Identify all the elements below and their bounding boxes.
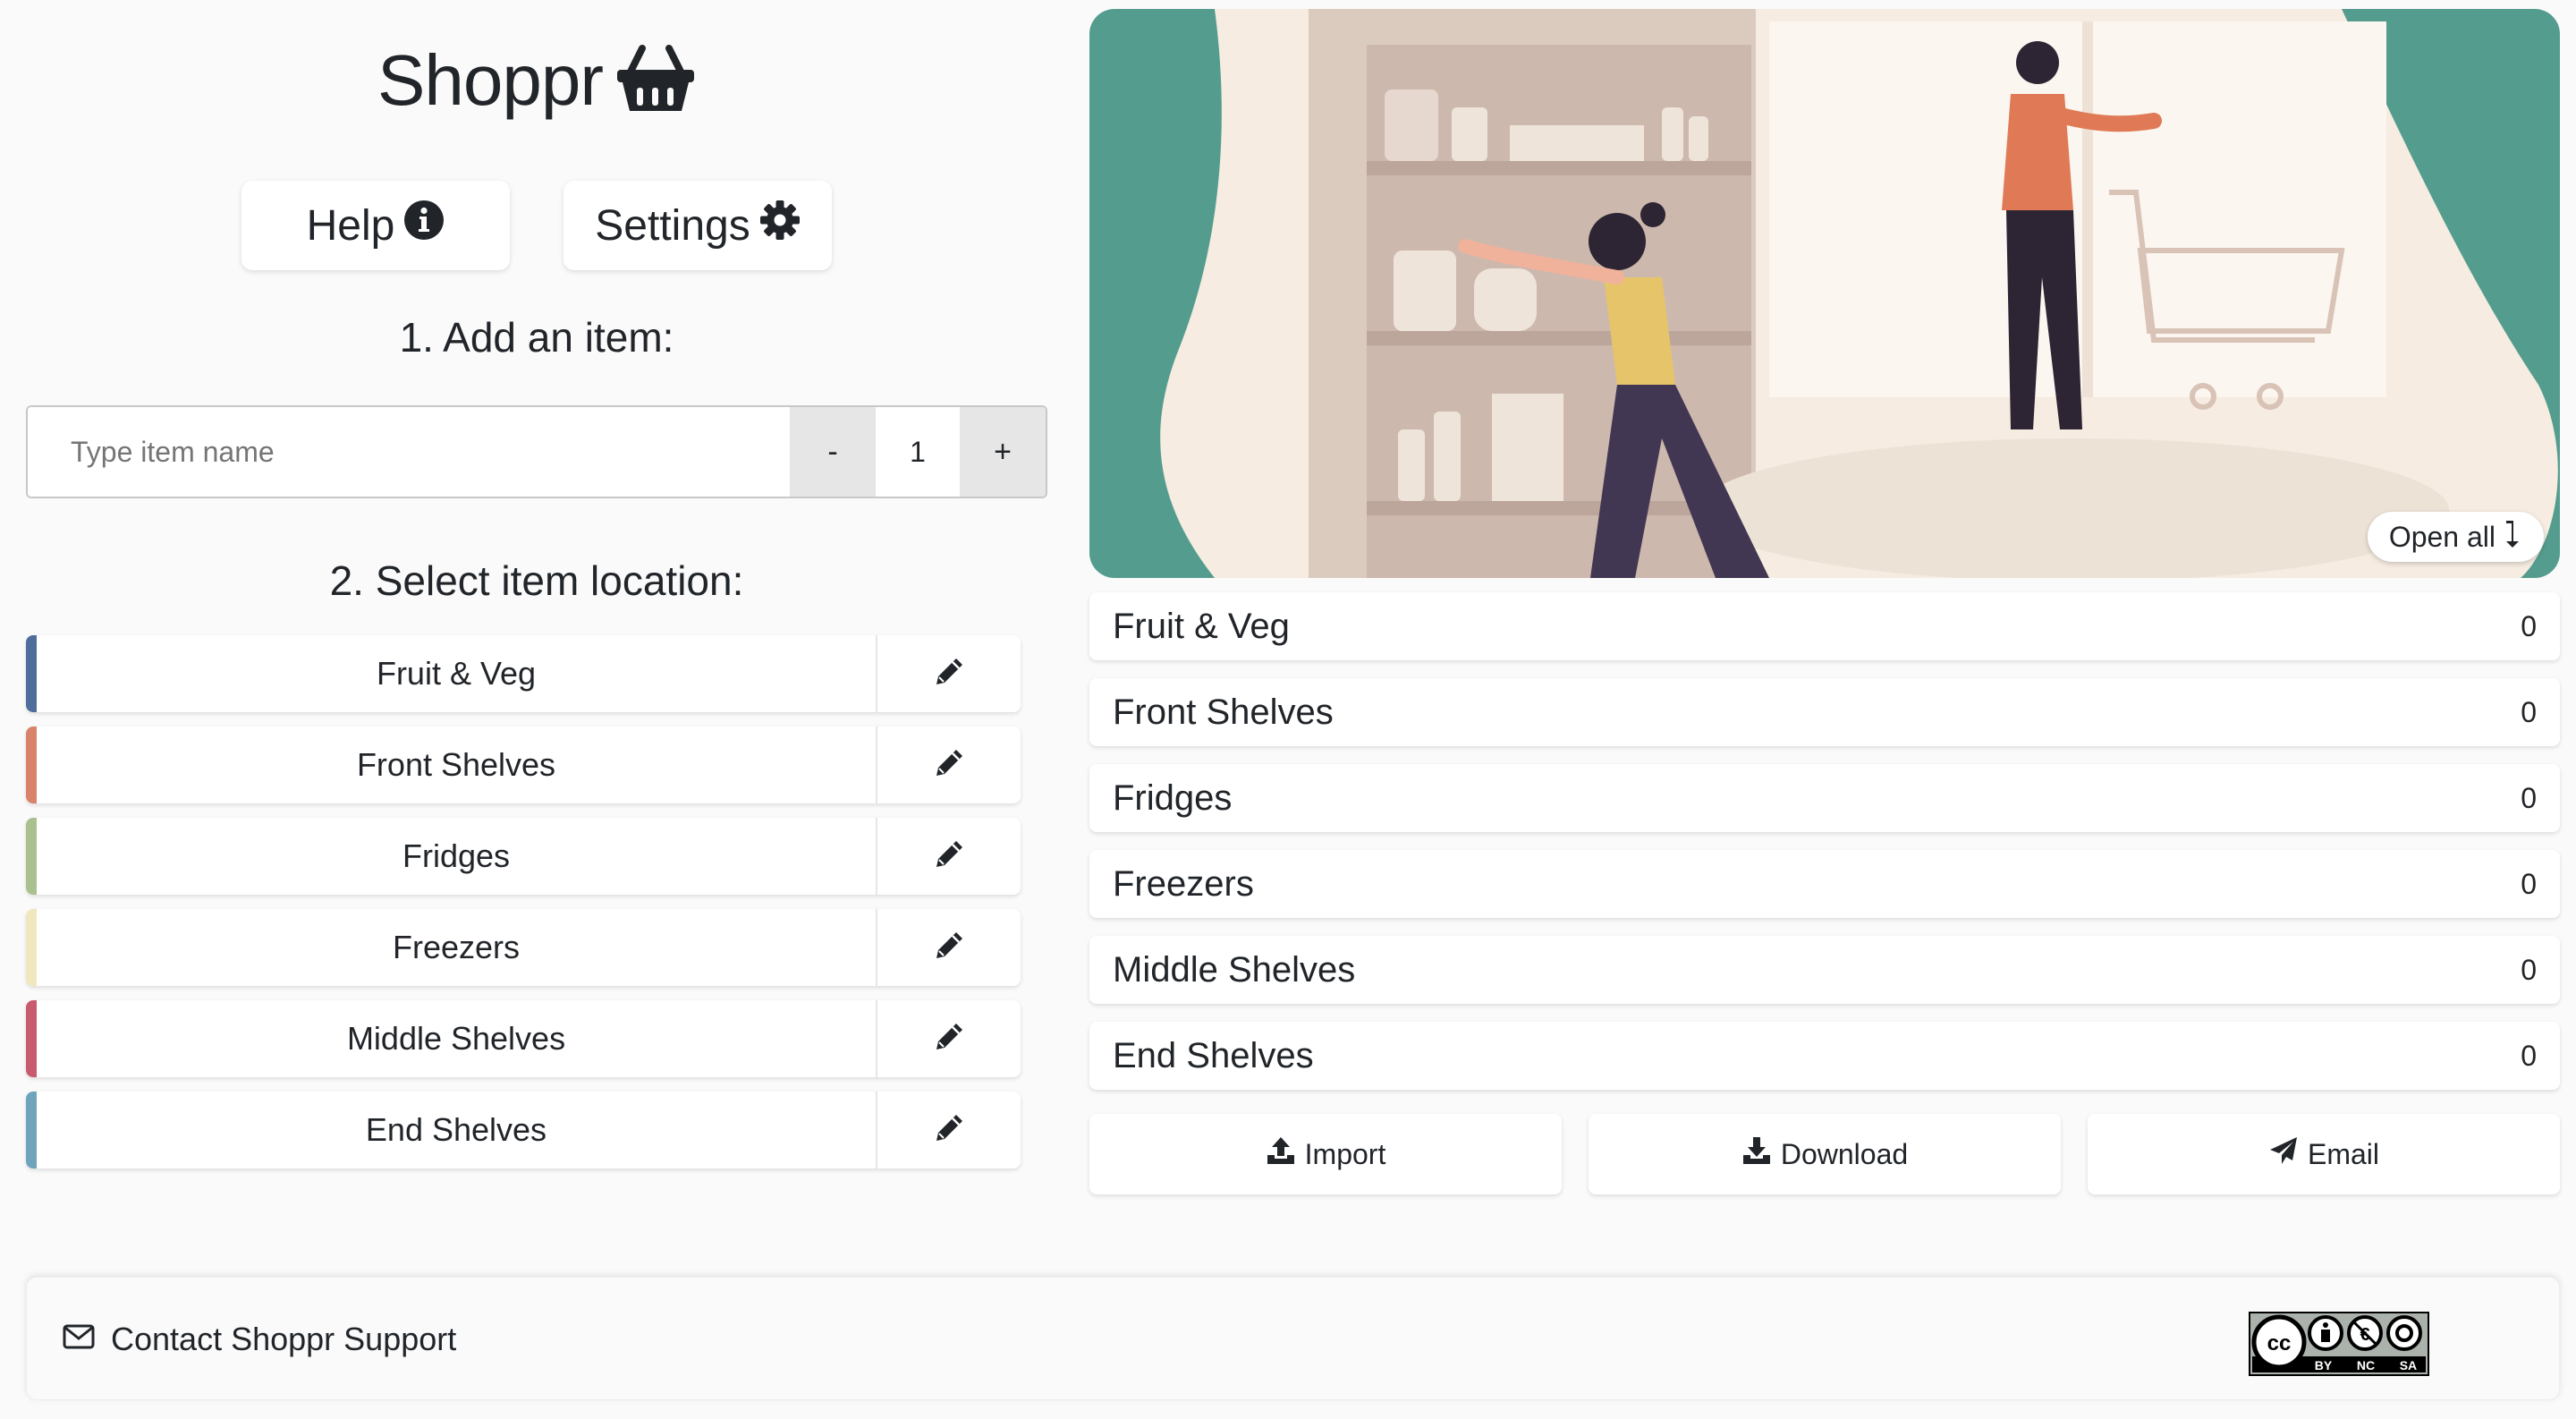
brand-name: Shoppr xyxy=(377,40,604,120)
help-label: Help xyxy=(306,201,395,250)
location-label: Fruit & Veg xyxy=(37,635,877,712)
location-color-stripe xyxy=(26,1000,37,1077)
summary-item-middle-shelves[interactable]: Middle Shelves 0 xyxy=(1089,936,2560,1004)
location-item-fridges[interactable]: Fridges xyxy=(26,818,1021,895)
svg-text:cc: cc xyxy=(2267,1331,2292,1355)
gear-icon xyxy=(759,200,801,251)
action-buttons: Import Download Email xyxy=(1089,1114,2560,1194)
summary-label: Front Shelves xyxy=(1113,692,1334,732)
pencil-icon xyxy=(933,1021,965,1058)
license-term-sa: SA xyxy=(2399,1358,2418,1372)
edit-location-button[interactable] xyxy=(877,818,1021,895)
summary-count: 0 xyxy=(2521,781,2537,814)
summary-label: Fruit & Veg xyxy=(1113,606,1290,646)
summary-item-fruit-veg[interactable]: Fruit & Veg 0 xyxy=(1089,592,2560,660)
location-item-end-shelves[interactable]: End Shelves xyxy=(26,1092,1021,1168)
increment-button[interactable]: + xyxy=(960,407,1046,497)
contact-support-link[interactable]: Contact Shoppr Support xyxy=(63,1278,456,1401)
summary-item-end-shelves[interactable]: End Shelves 0 xyxy=(1089,1022,2560,1090)
location-label: Middle Shelves xyxy=(37,1000,877,1077)
edit-location-button[interactable] xyxy=(877,1000,1021,1077)
summary-count: 0 xyxy=(2521,953,2537,986)
location-item-fruit-veg[interactable]: Fruit & Veg xyxy=(26,635,1021,712)
arrow-down-icon xyxy=(2503,518,2522,556)
contact-support-label: Contact Shoppr Support xyxy=(111,1321,457,1357)
location-color-stripe xyxy=(26,909,37,986)
pencil-icon xyxy=(933,838,965,875)
location-label: Freezers xyxy=(37,909,877,986)
open-all-button[interactable]: Open all xyxy=(2367,512,2544,562)
help-button[interactable]: Help xyxy=(242,181,510,270)
summary-label: Middle Shelves xyxy=(1113,949,1356,990)
summary-list: Fruit & Veg 0 Front Shelves 0 Fridges 0 … xyxy=(1089,592,2560,1108)
location-label: End Shelves xyxy=(37,1092,877,1168)
location-color-stripe xyxy=(26,1092,37,1168)
location-list: Fruit & Veg Front Shelves Fridges Freeze… xyxy=(26,635,1021,1183)
pencil-icon xyxy=(933,1112,965,1149)
top-buttons: Help Settings xyxy=(26,181,1047,270)
brand-header: Shoppr xyxy=(26,39,1047,122)
import-label: Import xyxy=(1304,1137,1386,1170)
summary-item-freezers[interactable]: Freezers 0 xyxy=(1089,850,2560,918)
envelope-icon xyxy=(63,1321,95,1358)
location-label: Front Shelves xyxy=(37,726,877,803)
pencil-icon xyxy=(933,656,965,693)
summary-item-front-shelves[interactable]: Front Shelves 0 xyxy=(1089,678,2560,746)
location-color-stripe xyxy=(26,818,37,895)
license-term-nc: NC xyxy=(2356,1358,2376,1372)
summary-label: Fridges xyxy=(1113,777,1233,818)
summary-count: 0 xyxy=(2521,695,2537,728)
pencil-icon xyxy=(933,747,965,784)
shopping-basket-icon xyxy=(615,43,696,119)
settings-button[interactable]: Settings xyxy=(564,181,832,270)
summary-count: 0 xyxy=(2521,867,2537,900)
info-circle-icon xyxy=(403,200,445,251)
summary-count: 0 xyxy=(2521,609,2537,642)
summary-count: 0 xyxy=(2521,1039,2537,1072)
download-button[interactable]: Download xyxy=(1589,1114,2061,1194)
edit-location-button[interactable] xyxy=(877,1092,1021,1168)
edit-location-button[interactable] xyxy=(877,635,1021,712)
location-color-stripe xyxy=(26,726,37,803)
shopping-illustration xyxy=(1160,9,2558,578)
location-label: Fridges xyxy=(37,818,877,895)
hero-illustration: Open all xyxy=(1089,9,2560,578)
upload-icon xyxy=(1266,1135,1296,1173)
quantity-value: 1 xyxy=(876,407,960,497)
location-item-freezers[interactable]: Freezers xyxy=(26,909,1021,986)
summary-item-fridges[interactable]: Fridges 0 xyxy=(1089,764,2560,832)
paper-plane-icon xyxy=(2268,1135,2299,1173)
license-term-by: BY xyxy=(2314,1358,2333,1372)
summary-label: Freezers xyxy=(1113,863,1254,904)
email-button[interactable]: Email xyxy=(2088,1114,2560,1194)
footer: Contact Shoppr Support cc € BY NC SA xyxy=(26,1277,2560,1400)
open-all-label: Open all xyxy=(2388,520,2496,553)
summary-label: End Shelves xyxy=(1113,1035,1314,1075)
import-button[interactable]: Import xyxy=(1089,1114,1562,1194)
edit-location-button[interactable] xyxy=(877,726,1021,803)
license-terms: BY NC SA xyxy=(2249,1358,2429,1374)
pencil-icon xyxy=(933,930,965,966)
location-heading: 2. Select item location: xyxy=(329,557,744,604)
email-label: Email xyxy=(2307,1137,2379,1170)
settings-label: Settings xyxy=(595,201,750,250)
location-color-stripe xyxy=(26,635,37,712)
location-item-front-shelves[interactable]: Front Shelves xyxy=(26,726,1021,803)
add-item-row: - 1 + xyxy=(26,405,1047,498)
download-label: Download xyxy=(1780,1137,1909,1170)
item-name-input[interactable] xyxy=(28,407,790,497)
location-item-middle-shelves[interactable]: Middle Shelves xyxy=(26,1000,1021,1077)
add-item-heading: 1. Add an item: xyxy=(399,314,674,361)
download-icon xyxy=(1741,1135,1772,1173)
edit-location-button[interactable] xyxy=(877,909,1021,986)
decrement-button[interactable]: - xyxy=(790,407,876,497)
